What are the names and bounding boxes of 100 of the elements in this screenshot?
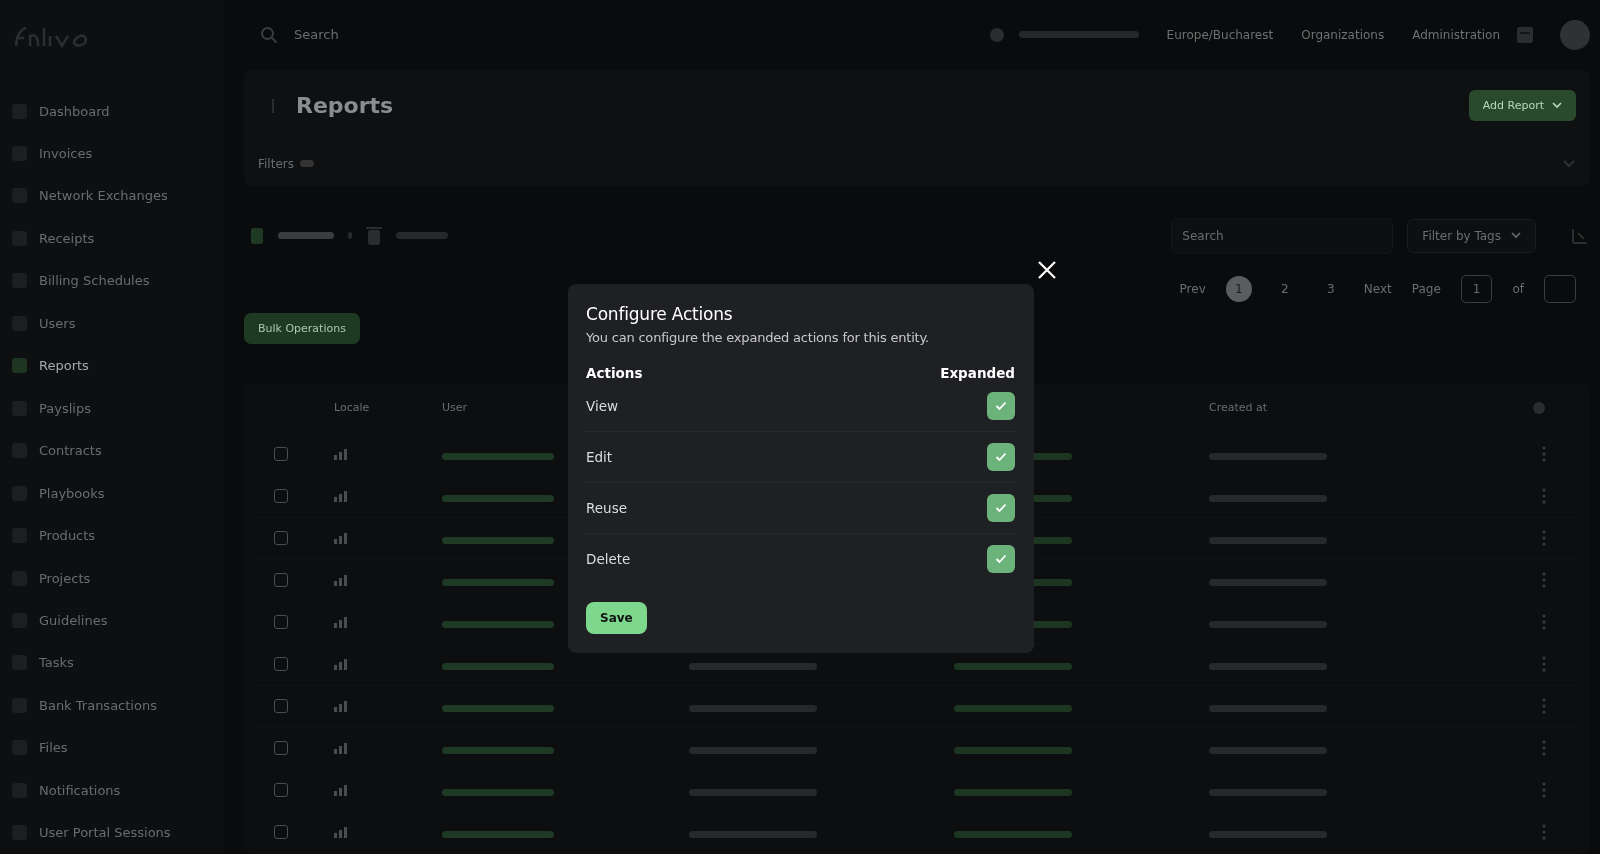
sidebar-item[interactable]: Contracts <box>12 429 214 472</box>
dialog-description: You can configure the expanded actions for this entity. <box>586 330 931 345</box>
sidebar-item[interactable]: Network Exchanges <box>12 174 214 218</box>
expanded-checkbox[interactable] <box>987 392 1015 420</box>
save-button[interactable]: Save <box>586 602 647 634</box>
sidebar-item[interactable]: Bank Transactions <box>12 684 214 727</box>
template-link[interactable] <box>954 789 1072 796</box>
template-link[interactable] <box>954 705 1072 712</box>
sidebar-item[interactable]: Files <box>12 726 214 770</box>
expanded-checkbox[interactable] <box>987 443 1015 471</box>
filter-count <box>300 160 314 168</box>
column-header[interactable]: Locale <box>334 401 442 415</box>
column-header: Actions <box>586 365 643 381</box>
expanded-checkbox[interactable] <box>987 494 1015 522</box>
kebab-menu-icon[interactable] <box>1542 572 1546 589</box>
sidebar-item[interactable]: Receipts <box>12 217 214 260</box>
sidebar-item[interactable]: Guidelines <box>12 599 214 642</box>
of-label: of <box>1512 282 1524 296</box>
action-label: Delete <box>586 551 631 567</box>
kebab-menu-icon[interactable] <box>1542 614 1546 631</box>
check-icon <box>995 503 1007 513</box>
caret-icon <box>1511 232 1521 240</box>
page-number[interactable]: 3 <box>1317 276 1344 302</box>
row-checkbox[interactable] <box>274 699 288 714</box>
kebab-menu-icon[interactable] <box>1542 740 1546 757</box>
bulk-operations-button[interactable]: Bulk Operations <box>244 313 360 345</box>
check-icon <box>995 554 1007 564</box>
sidebar-item[interactable]: Reports <box>12 344 214 388</box>
template-link[interactable] <box>954 747 1072 754</box>
sidebar-item[interactable]: Billing Schedules <box>12 259 214 303</box>
bar-chart-icon <box>334 742 350 754</box>
all-count-text[interactable] <box>278 232 334 240</box>
sidebar-item[interactable]: Invoices <box>12 132 214 175</box>
page-input[interactable]: 1 <box>1460 275 1493 303</box>
kebab-menu-icon[interactable] <box>1542 824 1546 841</box>
settings-icon[interactable] <box>1532 401 1546 415</box>
column-header: Expanded <box>940 365 1015 381</box>
row-checkbox[interactable] <box>274 489 288 504</box>
sidebar-item[interactable]: Notifications <box>12 769 214 812</box>
column-header[interactable]: Created at <box>1209 401 1509 415</box>
clock-icon <box>988 26 1005 43</box>
document-icon[interactable] <box>250 226 264 245</box>
total-pages-box <box>1544 275 1576 303</box>
row-checkbox[interactable] <box>274 657 288 672</box>
close-icon[interactable] <box>1037 260 1057 280</box>
kebab-menu-icon[interactable] <box>1542 656 1546 673</box>
check-icon <box>995 401 1007 411</box>
bar-chart-icon <box>334 490 350 502</box>
bar-chart-icon <box>334 616 350 628</box>
check-icon <box>995 452 1007 462</box>
sidebar-item[interactable]: User Portal Sessions <box>12 811 214 854</box>
trash-icon[interactable] <box>366 225 382 246</box>
template-link[interactable] <box>954 831 1072 838</box>
action-label: Reuse <box>586 500 627 516</box>
sidebar-item[interactable]: Projects <box>12 556 214 600</box>
row-checkbox[interactable] <box>274 741 288 756</box>
row-checkbox[interactable] <box>274 531 288 546</box>
bar-chart-icon <box>334 784 350 796</box>
row-checkbox[interactable] <box>274 825 288 840</box>
row-checkbox[interactable] <box>274 447 288 462</box>
nav-link[interactable]: Administration <box>1412 27 1500 42</box>
search-field[interactable]: Search <box>1171 217 1394 254</box>
next-link[interactable]: Next <box>1363 282 1392 296</box>
bar-chart-icon <box>334 574 350 586</box>
row-checkbox[interactable] <box>274 615 288 630</box>
template-link[interactable] <box>954 663 1072 670</box>
kebab-menu-icon[interactable] <box>1542 488 1546 505</box>
dialog-title: Configure Actions <box>586 304 734 324</box>
filters-label[interactable]: Filters <box>258 156 294 171</box>
page-number[interactable]: 1 <box>1225 276 1252 302</box>
add-report-button[interactable]: Add Report <box>1468 90 1576 122</box>
prev-link[interactable]: Prev <box>1179 282 1206 296</box>
sidebar-item[interactable]: Products <box>12 514 214 557</box>
tag-filter-dropdown[interactable]: Filter by Tags <box>1407 218 1536 253</box>
bar-chart-icon <box>334 826 350 838</box>
sidebar-item[interactable]: Dashboard <box>12 89 214 133</box>
sidebar-item[interactable]: Tasks <box>12 641 214 685</box>
kebab-menu-icon[interactable] <box>1542 446 1546 463</box>
page-number[interactable]: 2 <box>1271 276 1298 302</box>
kebab-menu-icon[interactable] <box>1542 530 1546 547</box>
row-checkbox[interactable] <box>274 573 288 588</box>
trash-count-text[interactable] <box>396 232 448 240</box>
timezone-link[interactable]: Europe/Bucharest <box>1166 27 1274 42</box>
page-title: Reports <box>296 93 394 119</box>
kebab-menu-icon[interactable] <box>1542 782 1546 799</box>
action-label: Edit <box>586 449 613 465</box>
sidebar-item[interactable]: Payslips <box>12 387 214 430</box>
bar-chart-icon <box>334 448 350 460</box>
search-field[interactable]: Search <box>292 26 496 44</box>
caret-icon <box>1552 102 1562 110</box>
expanded-checkbox[interactable] <box>987 545 1015 573</box>
nav-link[interactable]: Organizations <box>1301 27 1385 42</box>
sidebar-item[interactable]: Playbooks <box>12 471 214 515</box>
bar-chart-icon <box>334 700 350 712</box>
avatar[interactable] <box>1560 19 1590 50</box>
row-checkbox[interactable] <box>274 783 288 798</box>
chevron-down-icon[interactable] <box>1562 158 1576 169</box>
page-label: Page <box>1411 282 1441 296</box>
kebab-menu-icon[interactable] <box>1542 698 1546 715</box>
sidebar-item[interactable]: Users <box>12 302 214 345</box>
